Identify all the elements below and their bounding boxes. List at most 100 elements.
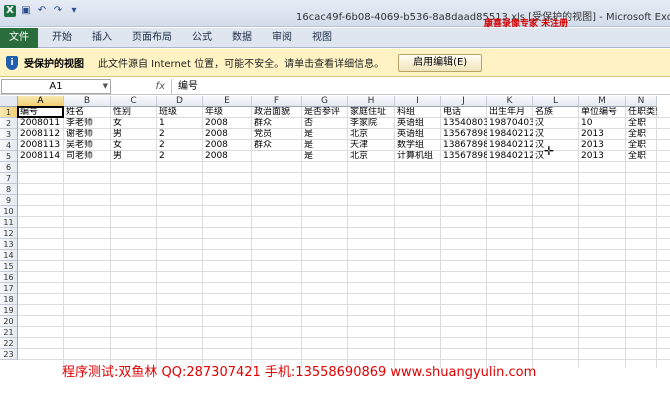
table-cell[interactable]: 2008114: [18, 151, 64, 162]
tab-file[interactable]: 文件: [0, 27, 38, 48]
row-header-17[interactable]: 17: [0, 283, 18, 294]
table-cell[interactable]: 汉: [533, 118, 579, 129]
row-header-7[interactable]: 7: [0, 173, 18, 184]
redo-icon[interactable]: ↷: [52, 5, 64, 17]
table-cell[interactable]: 天津: [348, 140, 395, 151]
table-cell[interactable]: 李家院: [348, 118, 395, 129]
table-cell[interactable]: 2008113: [18, 140, 64, 151]
table-cell[interactable]: 13867898: [441, 140, 487, 151]
row-header-19[interactable]: 19: [0, 305, 18, 316]
header-cell[interactable]: 政治面貌: [252, 107, 302, 118]
enable-editing-button[interactable]: 启用编辑(E): [398, 53, 483, 72]
table-cell[interactable]: 2: [157, 129, 203, 140]
row-header-18[interactable]: 18: [0, 294, 18, 305]
header-cell[interactable]: 科组: [395, 107, 441, 118]
row-header-8[interactable]: 8: [0, 184, 18, 195]
row-header-14[interactable]: 14: [0, 250, 18, 261]
table-cell[interactable]: 2013: [579, 129, 626, 140]
table-cell[interactable]: 否: [302, 118, 348, 129]
table-cell[interactable]: 英语组: [395, 118, 441, 129]
table-cell[interactable]: 2013: [579, 151, 626, 162]
header-cell[interactable]: 年级: [203, 107, 252, 118]
formula-input[interactable]: 编号: [171, 78, 670, 94]
row-header-4[interactable]: 4: [0, 140, 18, 151]
tab-formulas[interactable]: 公式: [182, 28, 222, 48]
header-cell[interactable]: 是否参评: [302, 107, 348, 118]
header-cell[interactable]: 出生年月: [487, 107, 533, 118]
table-cell[interactable]: 群众: [252, 140, 302, 151]
table-cell[interactable]: 李老师: [64, 118, 111, 129]
table-cell[interactable]: 2008011: [18, 118, 64, 129]
table-cell[interactable]: 13567898: [441, 151, 487, 162]
column-header-f[interactable]: F: [252, 96, 302, 107]
fx-icon[interactable]: fx: [156, 81, 165, 92]
column-header-i[interactable]: I: [395, 96, 441, 107]
protected-view-message[interactable]: 此文件源自 Internet 位置，可能不安全。请单击查看详细信息。: [98, 55, 384, 70]
table-cell[interactable]: 是: [302, 140, 348, 151]
table-cell[interactable]: 全职: [626, 140, 657, 151]
row-header-1[interactable]: 1: [0, 107, 18, 118]
table-cell[interactable]: 汉: [533, 140, 579, 151]
undo-icon[interactable]: ↶: [36, 5, 48, 17]
header-cell[interactable]: 任职类型: [626, 107, 657, 118]
column-header-a[interactable]: A: [18, 96, 64, 107]
row-header-6[interactable]: 6: [0, 162, 18, 173]
table-cell[interactable]: 19840212: [487, 140, 533, 151]
row-header-23[interactable]: 23: [0, 349, 18, 360]
row-header-16[interactable]: 16: [0, 272, 18, 283]
table-cell[interactable]: 男: [111, 129, 157, 140]
tab-review[interactable]: 审阅: [262, 28, 302, 48]
column-header-l[interactable]: L: [533, 96, 579, 107]
column-header-m[interactable]: M: [579, 96, 626, 107]
table-cell[interactable]: 2008: [203, 151, 252, 162]
table-cell[interactable]: 吴老师: [64, 140, 111, 151]
tab-home[interactable]: 开始: [42, 28, 82, 48]
table-cell[interactable]: 司老师: [64, 151, 111, 162]
table-cell[interactable]: 13540803: [441, 118, 487, 129]
table-cell[interactable]: 女: [111, 140, 157, 151]
table-cell[interactable]: 女: [111, 118, 157, 129]
table-cell[interactable]: 19870403: [487, 118, 533, 129]
header-cell[interactable]: 家庭住址: [348, 107, 395, 118]
column-header-e[interactable]: E: [203, 96, 252, 107]
column-header-h[interactable]: H: [348, 96, 395, 107]
row-header-9[interactable]: 9: [0, 195, 18, 206]
table-cell[interactable]: 2008: [203, 129, 252, 140]
save-icon[interactable]: ▣: [20, 5, 32, 17]
row-header-22[interactable]: 22: [0, 338, 18, 349]
table-cell[interactable]: 英语组: [395, 129, 441, 140]
table-cell[interactable]: 汉: [533, 129, 579, 140]
column-header-g[interactable]: G: [302, 96, 348, 107]
table-cell[interactable]: 汉: [533, 151, 579, 162]
table-cell[interactable]: 19840212: [487, 151, 533, 162]
row-header-21[interactable]: 21: [0, 327, 18, 338]
table-cell[interactable]: 是: [302, 129, 348, 140]
table-cell[interactable]: 2013: [579, 140, 626, 151]
table-cell[interactable]: 全职: [626, 118, 657, 129]
table-cell[interactable]: 2008: [203, 140, 252, 151]
table-cell[interactable]: 计算机组: [395, 151, 441, 162]
header-cell[interactable]: 姓名: [64, 107, 111, 118]
header-cell[interactable]: 名族: [533, 107, 579, 118]
table-cell[interactable]: 北京: [348, 129, 395, 140]
table-cell[interactable]: 1: [157, 118, 203, 129]
column-header-j[interactable]: J: [441, 96, 487, 107]
tab-page-layout[interactable]: 页面布局: [122, 28, 182, 48]
table-cell[interactable]: 男: [111, 151, 157, 162]
table-cell[interactable]: 2008: [203, 118, 252, 129]
table-cell[interactable]: 是: [302, 151, 348, 162]
row-header-11[interactable]: 11: [0, 217, 18, 228]
table-cell[interactable]: 19840212: [487, 129, 533, 140]
tab-data[interactable]: 数据: [222, 28, 262, 48]
table-cell[interactable]: 2: [157, 140, 203, 151]
table-cell[interactable]: 10: [579, 118, 626, 129]
header-cell[interactable]: 编号: [18, 107, 64, 118]
table-cell[interactable]: 数学组: [395, 140, 441, 151]
tab-insert[interactable]: 插入: [82, 28, 122, 48]
column-header-c[interactable]: C: [111, 96, 157, 107]
tab-view[interactable]: 视图: [302, 28, 342, 48]
column-header-d[interactable]: D: [157, 96, 203, 107]
row-header-13[interactable]: 13: [0, 239, 18, 250]
column-header-n[interactable]: N: [626, 96, 657, 107]
row-header-12[interactable]: 12: [0, 228, 18, 239]
